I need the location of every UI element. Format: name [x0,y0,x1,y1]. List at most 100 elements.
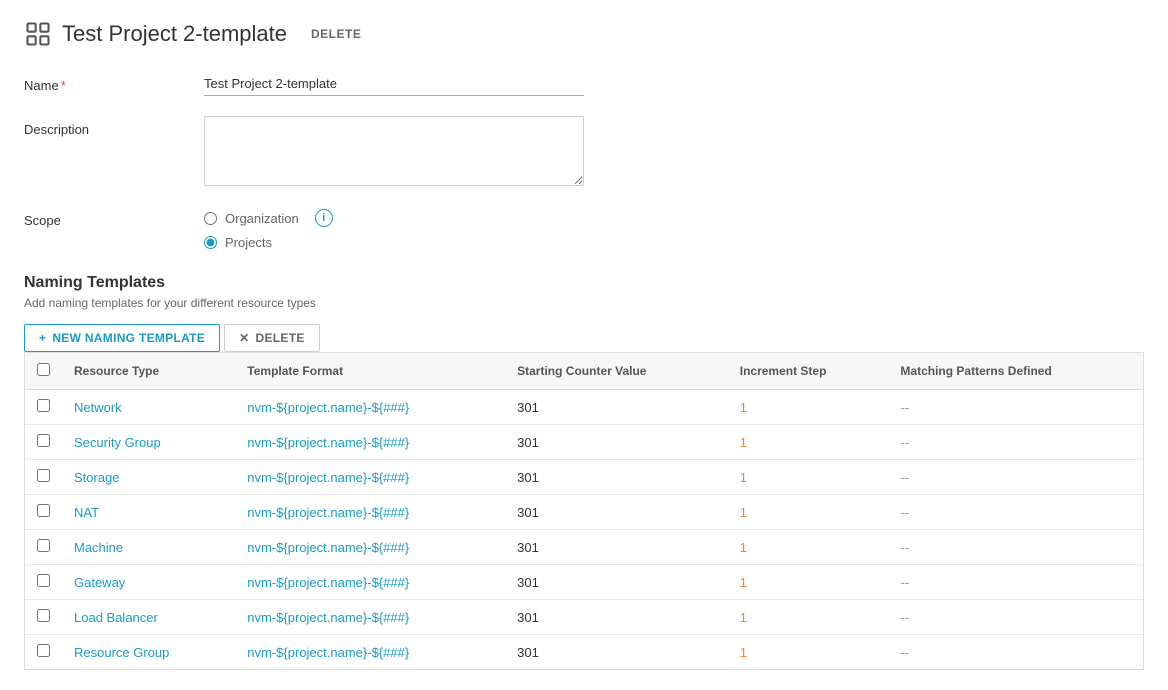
row-checkbox-3[interactable] [37,504,50,517]
resource-type-link[interactable]: Network [74,400,122,415]
naming-templates-section: Naming Templates Add naming templates fo… [24,274,1144,670]
header-row: Resource Type Template Format Starting C… [25,353,1143,390]
row-increment-step: 1 [728,425,889,460]
resource-type-link[interactable]: Load Balancer [74,610,158,625]
row-checkbox-2[interactable] [37,469,50,482]
row-counter-value: 301 [505,565,728,600]
description-label: Description [24,116,204,137]
row-counter-value: 301 [505,425,728,460]
row-increment-step: 1 [728,530,889,565]
row-counter-value: 301 [505,600,728,635]
description-textarea[interactable] [204,116,584,186]
required-star: * [61,78,66,93]
row-checkbox-cell [25,425,62,460]
row-checkbox-cell [25,635,62,670]
resource-type-link[interactable]: Resource Group [74,645,169,660]
row-checkbox-7[interactable] [37,644,50,657]
resource-type-link[interactable]: NAT [74,505,99,520]
new-naming-template-label: NEW NAMING TEMPLATE [52,331,205,345]
row-template-format: nvm-${project.name}-${###} [235,530,505,565]
row-matching-patterns: -- [888,460,1143,495]
name-input[interactable] [204,72,584,96]
row-increment-step: 1 [728,460,889,495]
row-checkbox-1[interactable] [37,434,50,447]
col-template-format: Template Format [235,353,505,390]
scope-organization-radio[interactable] [204,212,217,225]
row-checkbox-cell [25,495,62,530]
row-resource-type: Network [62,390,235,425]
row-counter-value: 301 [505,530,728,565]
col-increment-step: Increment Step [728,353,889,390]
row-checkbox-0[interactable] [37,399,50,412]
row-matching-patterns: -- [888,565,1143,600]
scope-projects-option[interactable]: Projects [204,235,333,250]
scope-options: Organization i Projects [204,209,333,250]
row-increment-step: 1 [728,635,889,670]
page-header: Test Project 2-template DELETE [24,20,1144,48]
toolbar: + NEW NAMING TEMPLATE ✕ DELETE [24,324,1144,352]
resource-type-link[interactable]: Machine [74,540,123,555]
row-template-format: nvm-${project.name}-${###} [235,460,505,495]
table-row: Load Balancer nvm-${project.name}-${###}… [25,600,1143,635]
row-counter-value: 301 [505,635,728,670]
page-title-group: Test Project 2-template [24,20,287,48]
page-title: Test Project 2-template [62,21,287,47]
row-matching-patterns: -- [888,495,1143,530]
table-row: Resource Group nvm-${project.name}-${###… [25,635,1143,670]
col-matching-patterns: Matching Patterns Defined [888,353,1143,390]
row-resource-type: Resource Group [62,635,235,670]
scope-organization-label: Organization [225,211,299,226]
col-starting-counter: Starting Counter Value [505,353,728,390]
naming-templates-table: Resource Type Template Format Starting C… [25,353,1143,669]
scope-label: Scope [24,209,204,228]
row-resource-type: Gateway [62,565,235,600]
row-template-format: nvm-${project.name}-${###} [235,425,505,460]
toolbar-delete-button[interactable]: ✕ DELETE [224,324,320,352]
row-template-format: nvm-${project.name}-${###} [235,565,505,600]
resource-type-link[interactable]: Storage [74,470,120,485]
description-field-container [204,116,584,189]
naming-templates-table-wrapper: Resource Type Template Format Starting C… [24,352,1144,670]
row-increment-step: 1 [728,495,889,530]
row-checkbox-6[interactable] [37,609,50,622]
row-checkbox-5[interactable] [37,574,50,587]
resource-type-link[interactable]: Gateway [74,575,125,590]
row-counter-value: 301 [505,390,728,425]
header-delete-button[interactable]: DELETE [303,23,369,45]
row-matching-patterns: -- [888,600,1143,635]
row-checkbox-cell [25,530,62,565]
select-all-checkbox[interactable] [37,363,50,376]
row-template-format: nvm-${project.name}-${###} [235,635,505,670]
x-icon: ✕ [239,331,249,345]
row-checkbox-4[interactable] [37,539,50,552]
row-template-format: nvm-${project.name}-${###} [235,600,505,635]
row-increment-step: 1 [728,390,889,425]
toolbar-delete-label: DELETE [255,331,304,345]
page-container: Test Project 2-template DELETE Name* Des… [0,0,1168,690]
row-resource-type: Machine [62,530,235,565]
row-matching-patterns: -- [888,530,1143,565]
row-resource-type: Load Balancer [62,600,235,635]
resource-type-link[interactable]: Security Group [74,435,161,450]
section-title: Naming Templates [24,274,1144,292]
col-resource-type: Resource Type [62,353,235,390]
table-row: Security Group nvm-${project.name}-${###… [25,425,1143,460]
scope-organization-option[interactable]: Organization i [204,209,333,227]
row-checkbox-cell [25,600,62,635]
scope-projects-radio[interactable] [204,236,217,249]
row-resource-type: NAT [62,495,235,530]
scope-projects-label: Projects [225,235,272,250]
name-field-container [204,72,584,96]
row-counter-value: 301 [505,495,728,530]
table-header: Resource Type Template Format Starting C… [25,353,1143,390]
table-body: Network nvm-${project.name}-${###} 301 1… [25,390,1143,670]
scope-row: Scope Organization i Projects [24,209,1144,250]
table-row: NAT nvm-${project.name}-${###} 301 1 -- [25,495,1143,530]
info-icon[interactable]: i [315,209,333,227]
section-subtitle: Add naming templates for your different … [24,296,1144,310]
row-increment-step: 1 [728,565,889,600]
new-naming-template-button[interactable]: + NEW NAMING TEMPLATE [24,324,220,352]
row-checkbox-cell [25,460,62,495]
row-resource-type: Storage [62,460,235,495]
name-label: Name* [24,72,204,93]
